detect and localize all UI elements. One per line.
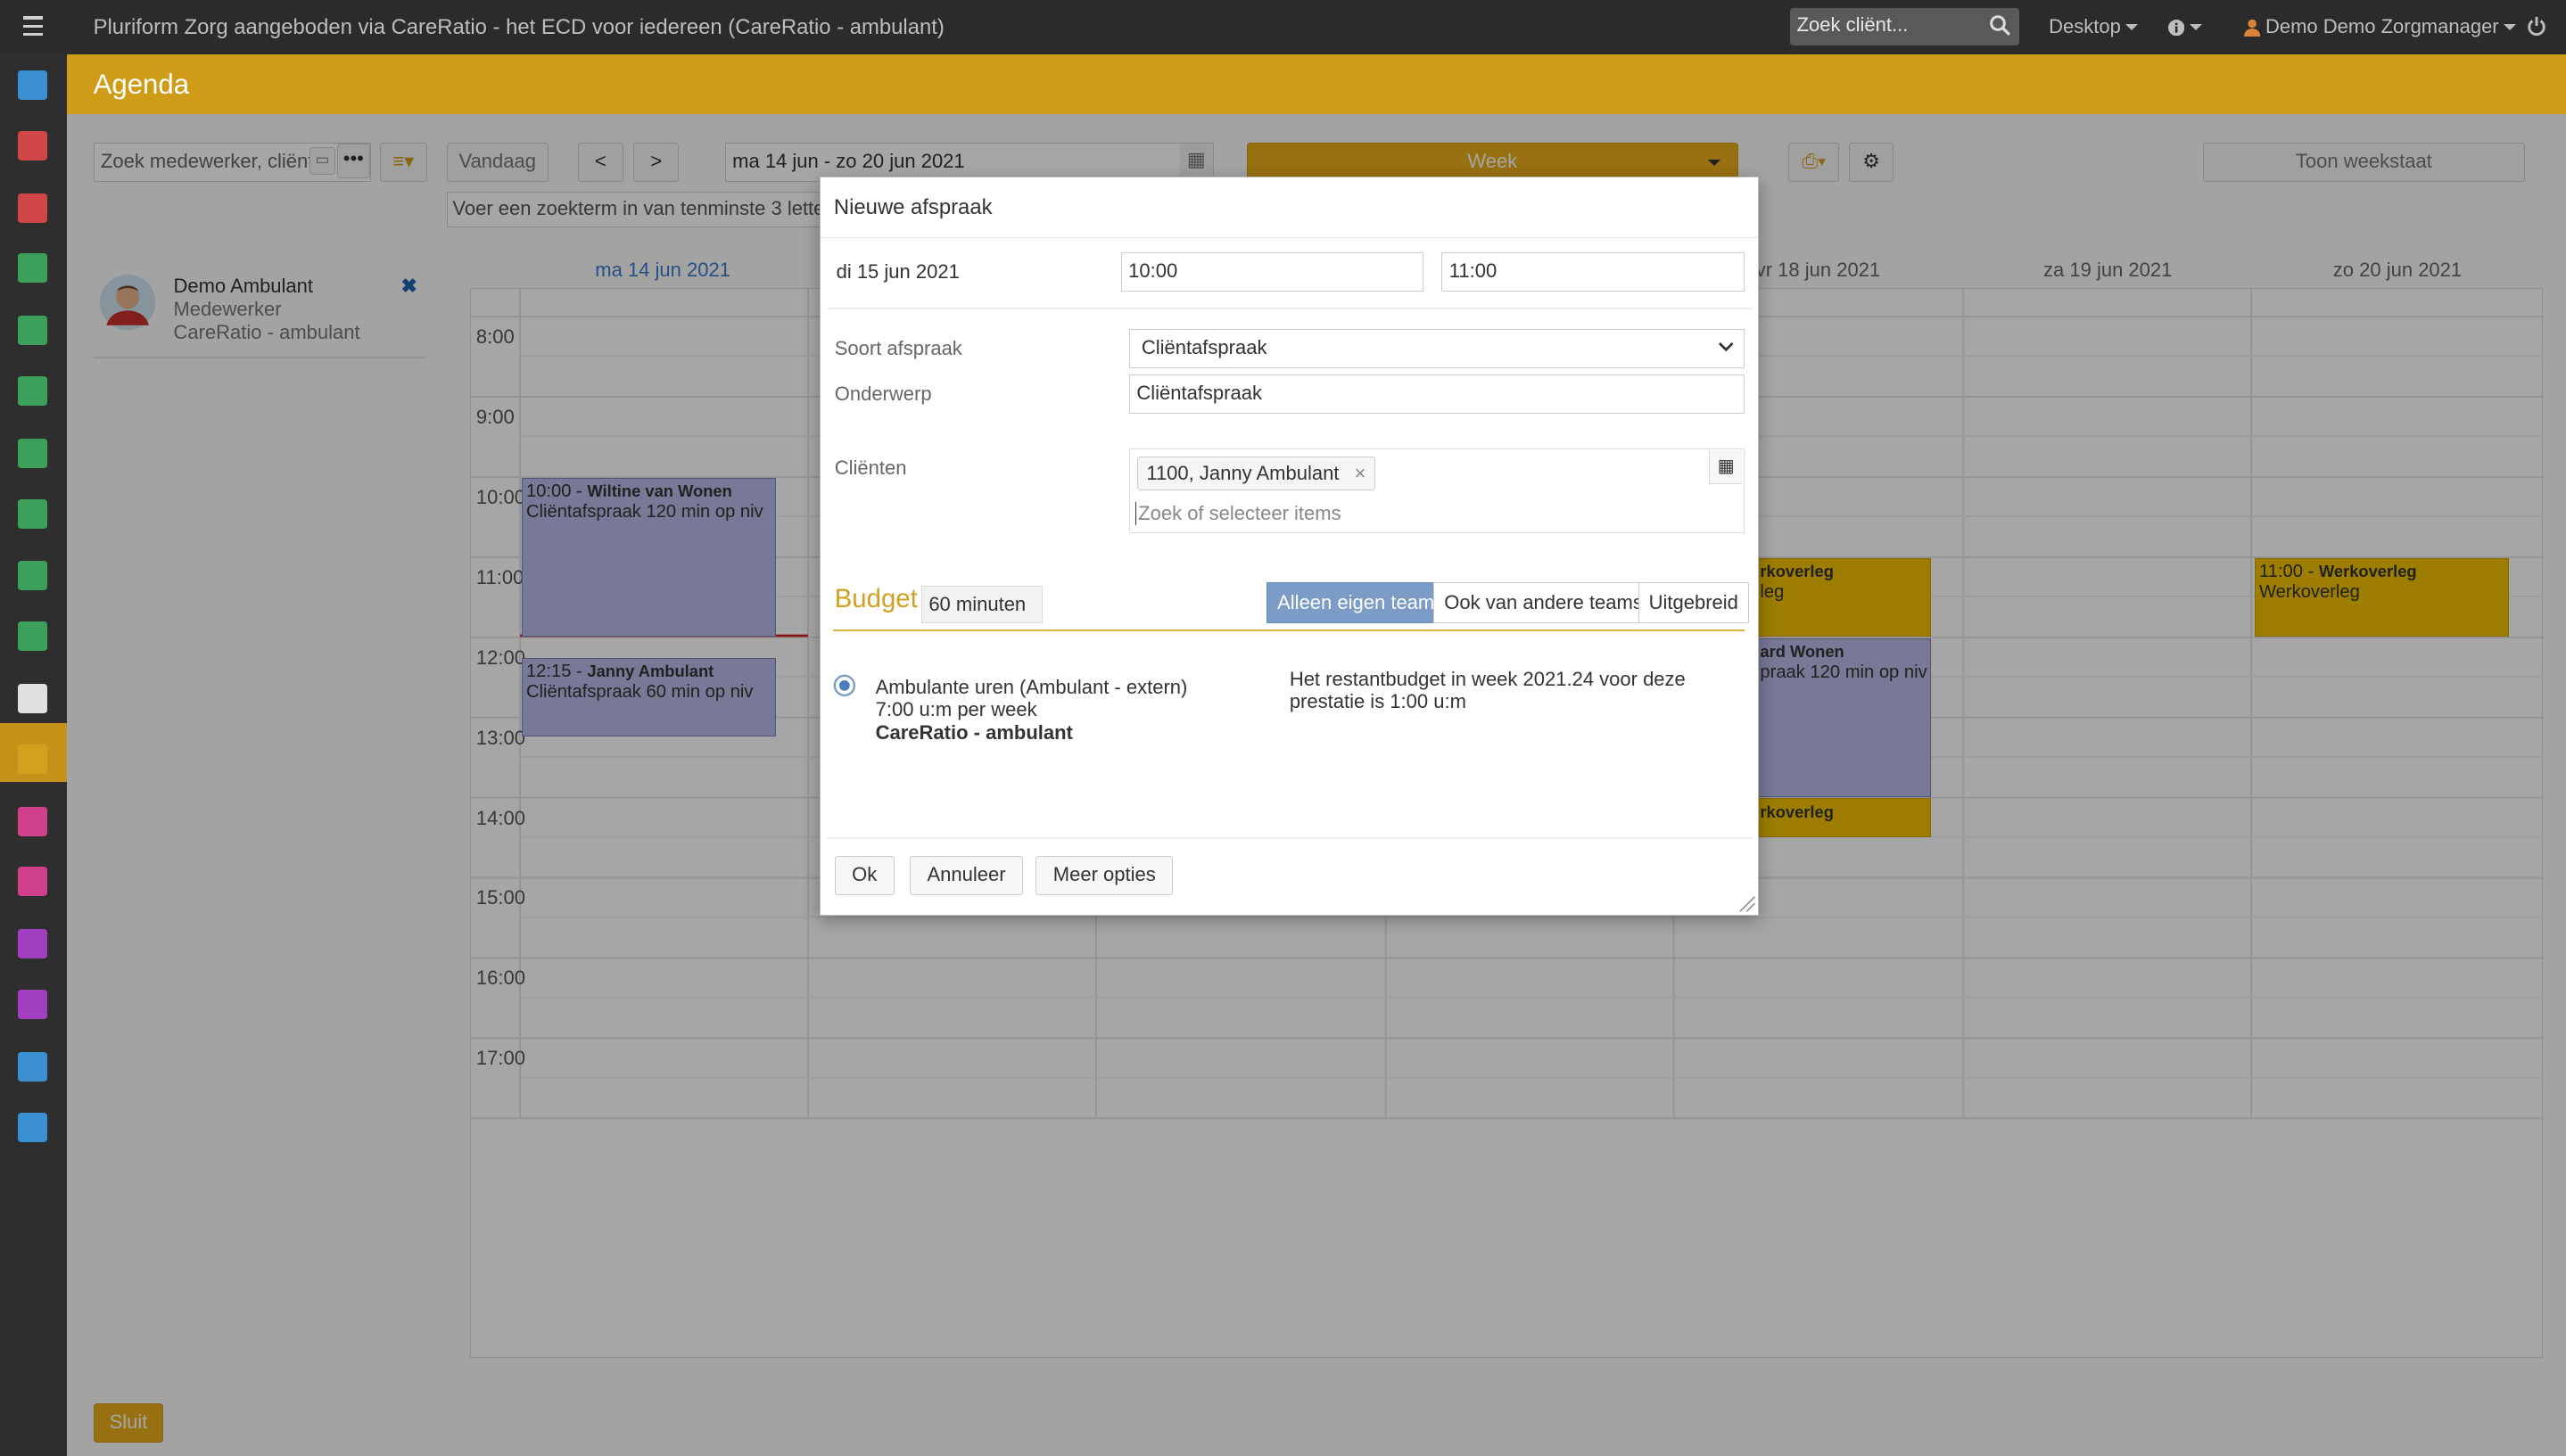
client-search-input[interactable]: Zoek cliënt...	[1790, 8, 2020, 46]
budget-org: CareRatio - ambulant	[875, 721, 1073, 744]
budget-rate: 7:00 u:m per week	[875, 698, 1037, 721]
budget-filter-own-team[interactable]: Alleen eigen team	[1266, 582, 1446, 624]
client-tag-label: 1100, Janny Ambulant	[1146, 462, 1340, 485]
resize-handle-icon[interactable]	[1738, 895, 1755, 912]
help-icon[interactable]	[18, 1051, 48, 1082]
puzzle-icon[interactable]	[18, 438, 48, 468]
start-time-input[interactable]: 10:00	[1120, 251, 1424, 292]
more-options-button[interactable]: Meer opties	[1035, 855, 1174, 895]
home-icon[interactable]	[18, 70, 48, 100]
budget-filter-other-teams[interactable]: Ook van andere teams	[1433, 582, 1654, 624]
chevron-down-icon	[2125, 24, 2139, 30]
clock-icon[interactable]	[18, 806, 48, 836]
person-icon[interactable]	[18, 316, 48, 346]
money-icon[interactable]	[18, 376, 48, 407]
hamburger-menu-icon[interactable]	[22, 16, 43, 37]
client-search-placeholder: Zoek cliënt...	[1796, 12, 1909, 36]
warning-icon[interactable]	[18, 193, 48, 223]
user-menu[interactable]: Demo Demo Zorgmanager	[2243, 14, 2517, 38]
desktop-menu[interactable]: Desktop	[2049, 14, 2139, 38]
subject-input[interactable]: Cliëntafspraak	[1129, 374, 1745, 415]
road-icon[interactable]	[18, 744, 48, 774]
type-select-value: Cliëntafspraak	[1141, 336, 1267, 359]
search-icon[interactable]	[1988, 13, 2011, 37]
close-icon[interactable]: ×	[1355, 462, 1366, 484]
dialog-title: Nieuwe afspraak	[821, 177, 1759, 239]
chevron-down-icon	[1719, 342, 1734, 352]
chevron-down-icon	[2504, 24, 2517, 30]
user-icon[interactable]	[18, 929, 48, 959]
check-icon[interactable]	[18, 867, 48, 897]
client-search-input[interactable]: Zoek of selecteer items	[1135, 502, 1341, 526]
desktop-label: Desktop	[2049, 14, 2121, 37]
divider	[826, 307, 1753, 309]
appointment-date: di 15 jun 2021	[836, 259, 960, 283]
info-menu[interactable]	[2168, 15, 2202, 38]
page-title: Agenda	[93, 69, 190, 101]
budget-minutes: 60 minuten	[920, 585, 1043, 624]
power-icon[interactable]	[2527, 16, 2546, 37]
sidebar	[0, 53, 68, 1456]
divider	[826, 837, 1753, 840]
grid-icon[interactable]: ▦	[1708, 449, 1744, 485]
cancel-button[interactable]: Annuleer	[910, 855, 1023, 895]
top-bar: Pluriform Zorg aangeboden via CareRatio …	[0, 0, 2566, 54]
pencil-icon[interactable]	[18, 498, 48, 529]
user-label: Demo Demo Zorgmanager	[2265, 14, 2499, 37]
chevron-down-icon	[2189, 24, 2202, 30]
inbox-icon[interactable]	[18, 130, 48, 160]
user-icon	[2243, 19, 2260, 37]
info-icon	[2168, 19, 2185, 36]
bar-chart-icon[interactable]	[18, 1112, 48, 1142]
type-label: Soort afspraak	[834, 336, 962, 359]
ok-button[interactable]: Ok	[834, 855, 895, 895]
history-icon[interactable]	[18, 561, 48, 591]
end-time-input[interactable]: 11:00	[1441, 251, 1745, 292]
users-icon[interactable]	[18, 990, 48, 1020]
subject-label: Onderwerp	[834, 383, 932, 406]
clients-label: Cliënten	[834, 456, 907, 479]
budget-name: Ambulante uren (Ambulant - extern)	[875, 675, 1188, 698]
login-icon[interactable]	[18, 253, 48, 284]
budget-note: Het restantbudget in week 2021.24 voor d…	[1289, 667, 1686, 713]
budget-title: Budget	[834, 584, 918, 614]
client-tag: 1100, Janny Ambulant ×	[1137, 456, 1375, 491]
app-title: Pluriform Zorg aangeboden via CareRatio …	[93, 14, 945, 39]
calendar-icon[interactable]	[18, 683, 48, 713]
budget-filter-extended[interactable]: Uitgebreid	[1638, 582, 1749, 624]
document-icon[interactable]	[18, 621, 48, 652]
budget-divider	[832, 629, 1745, 632]
page-header: Agenda	[67, 53, 2566, 115]
budget-radio[interactable]	[833, 674, 856, 697]
type-select[interactable]: Cliëntafspraak	[1129, 328, 1745, 368]
